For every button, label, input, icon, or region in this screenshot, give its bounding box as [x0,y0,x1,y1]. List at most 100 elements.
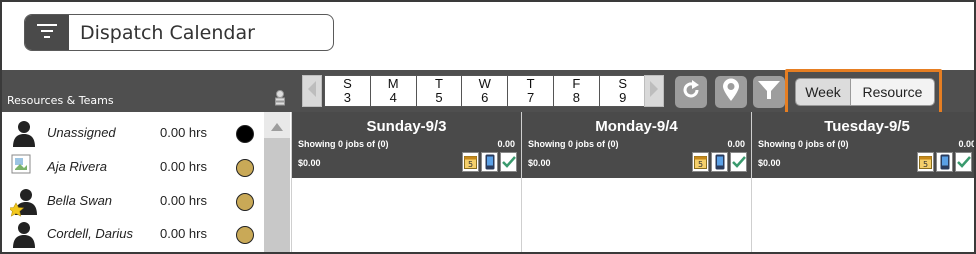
resources-heading: Resources & Teams [7,94,114,107]
filter-menu-button[interactable] [25,15,69,50]
scroll-up-button[interactable] [264,112,290,138]
svg-text:5: 5 [923,160,928,169]
jobs-showing-text: Showing 0 jobs of (0) [528,139,619,149]
day-column-header: Sunday-9/3 Showing 0 jobs of (0) 0.00 $0… [292,112,521,178]
day-cell[interactable]: T7 [508,76,554,106]
resource-hours: 0.00 hrs [160,193,207,208]
day-number: 7 [526,90,535,105]
resource-hours: 0.00 hrs [160,125,207,140]
day-title: Tuesday-9/5 [824,118,910,135]
mobile-phone-icon[interactable] [936,152,953,172]
day-letter: T [435,76,443,91]
svg-text:5: 5 [698,160,703,169]
day-column[interactable]: Tuesday-9/5 Showing 0 jobs of (0) 0.00 $… [751,112,976,252]
calendar-5-icon[interactable]: 5 [917,152,934,172]
svg-text:5: 5 [468,160,473,169]
resource-name: Cordell, Darius [47,226,133,241]
resource-hours: 0.00 hrs [160,159,207,174]
resource-status-dot[interactable] [236,125,254,143]
resource-person-icon[interactable] [274,90,286,112]
day-total: 0.00 [958,139,976,149]
refresh-button[interactable] [675,76,707,108]
title-box: Dispatch Calendar [24,14,334,51]
jobs-showing-text: Showing 0 jobs of (0) [758,139,849,149]
top-bar: Dispatch Calendar [2,2,974,70]
resource-row[interactable]: Bella Swan 0.00 hrs [2,183,264,217]
day-cell[interactable]: F8 [554,76,600,106]
person-star-icon [7,187,38,217]
jobs-showing-text: Showing 0 jobs of (0) [298,139,389,149]
day-letter: S [618,76,628,91]
day-total: 0.00 [727,139,745,149]
day-number: 4 [389,90,397,105]
next-week-button[interactable] [644,75,664,107]
chevron-left-icon [307,80,317,102]
day-letter: W [478,76,491,91]
filter-button[interactable] [753,76,785,108]
day-number: 8 [572,90,580,105]
caret-up-icon [271,116,283,135]
resource-status-dot[interactable] [236,226,254,244]
person-silhouette-icon [10,220,38,248]
day-total: 0.00 [497,139,515,149]
day-letter: T [526,76,535,91]
resource-scrollbar[interactable] [264,112,290,252]
broken-image-icon [10,153,38,181]
day-amount: $0.00 [298,158,321,168]
page-title: Dispatch Calendar [80,21,255,44]
day-number: 9 [619,90,627,105]
day-icons: 5 [692,152,747,172]
checkmark-icon[interactable] [500,152,517,172]
resource-status-dot[interactable] [236,193,254,211]
resource-status-dot[interactable] [236,159,254,177]
view-toggle: Week Resource [795,78,935,106]
day-cell[interactable]: M4 [371,76,417,106]
day-amount: $0.00 [528,158,551,168]
hamburger-filter-icon [36,23,58,43]
day-title: Monday-9/4 [595,118,678,135]
day-title: Sunday-9/3 [366,118,447,135]
person-silhouette-icon [10,119,38,147]
day-number: 6 [481,90,489,105]
resource-row[interactable]: Cordell, Darius 0.00 hrs [2,216,264,250]
day-column-header: Tuesday-9/5 Showing 0 jobs of (0) 0.00 $… [752,112,976,178]
day-number: 3 [343,90,352,105]
week-view-button[interactable]: Week [796,79,851,105]
app-window: Dispatch Calendar Resources & Teams S3 M… [0,0,976,254]
day-number: 5 [435,90,443,105]
day-column[interactable]: Sunday-9/3 Showing 0 jobs of (0) 0.00 $0… [291,112,521,252]
day-column-header: Monday-9/4 Showing 0 jobs of (0) 0.00 $0… [522,112,751,178]
refresh-icon [680,79,702,105]
day-letter: F [572,76,581,91]
day-letter: S [343,76,352,91]
calendar-5-icon[interactable]: 5 [692,152,709,172]
resource-list: Unassigned 0.00 hrs Aja Rivera 0.00 hrs [2,112,264,252]
day-cell[interactable]: T5 [417,76,463,106]
day-amount: $0.00 [758,158,781,168]
calendar-5-icon[interactable]: 5 [462,152,479,172]
day-letter: M [387,76,399,91]
prev-week-button[interactable] [302,75,322,107]
resource-name: Bella Swan [47,193,113,208]
week-day-strip: S3 M4 T5 W6 T7 F8 S9 [324,75,647,107]
chevron-right-icon [649,80,659,102]
day-cell[interactable]: W6 [462,76,509,106]
day-column[interactable]: Monday-9/4 Showing 0 jobs of (0) 0.00 $0… [521,112,751,252]
resource-row[interactable]: Unassigned 0.00 hrs [2,115,264,149]
mobile-phone-icon[interactable] [711,152,728,172]
resource-name: Aja Rivera [47,159,107,174]
map-button[interactable] [715,76,747,108]
resource-view-button[interactable]: Resource [851,79,934,105]
resource-name: Unassigned [47,125,116,140]
day-icons: 5 [917,152,972,172]
day-icons: 5 [462,152,517,172]
resource-row[interactable]: Aja Rivera 0.00 hrs [2,149,264,183]
day-cell[interactable]: S9 [600,76,646,106]
day-cell[interactable]: S3 [325,76,371,106]
checkmark-icon[interactable] [955,152,972,172]
resource-hours: 0.00 hrs [160,226,207,241]
mobile-phone-icon[interactable] [481,152,498,172]
map-pin-icon [721,78,741,106]
checkmark-icon[interactable] [730,152,747,172]
filter-icon [757,79,781,105]
